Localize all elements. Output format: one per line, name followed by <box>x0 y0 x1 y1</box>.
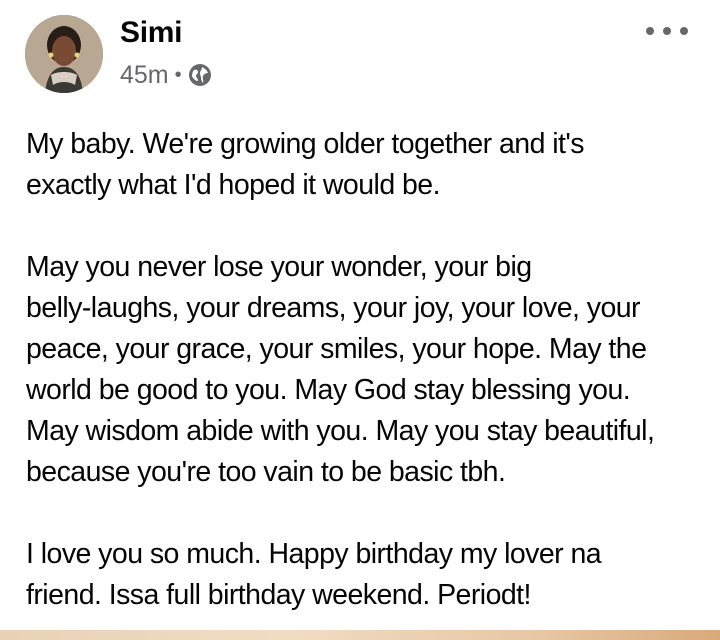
text-line: I love you so much. Happy birthday my lo… <box>26 538 602 570</box>
text-line: peace, your grace, your smiles, your hop… <box>26 333 647 365</box>
more-horizontal-icon <box>646 27 654 35</box>
more-horizontal-icon <box>663 27 671 35</box>
more-options-button[interactable] <box>646 20 688 42</box>
post-paragraph: May you never lose your wonder, your big… <box>26 247 710 493</box>
facebook-post: Simi 45m • My baby. We're growing older … <box>0 0 720 640</box>
author-name[interactable]: Simi <box>120 14 182 52</box>
post-image-preview[interactable] <box>0 630 720 640</box>
globe-icon[interactable] <box>188 63 212 87</box>
text-line: friend. Issa full birthday weekend. Peri… <box>26 579 531 611</box>
text-line: My baby. We're growing older together an… <box>26 128 585 160</box>
text-line: exactly what I'd hoped it would be. <box>26 169 441 201</box>
post-meta: 45m • <box>120 60 212 90</box>
post-paragraph: I love you so much. Happy birthday my lo… <box>26 534 710 616</box>
text-line: May wisdom abide with you. May you stay … <box>26 415 655 447</box>
text-line: belly-laughs, your dreams, your joy, you… <box>26 292 641 324</box>
avatar[interactable] <box>25 15 103 93</box>
post-body: My baby. We're growing older together an… <box>26 124 710 616</box>
text-line: because you're too vain to be basic tbh. <box>26 456 506 488</box>
text-line: world be good to you. May God stay bless… <box>26 374 631 406</box>
post-paragraph: My baby. We're growing older together an… <box>26 124 710 206</box>
text-line: May you never lose your wonder, your big <box>26 251 532 283</box>
post-timestamp[interactable]: 45m <box>120 61 169 90</box>
more-horizontal-icon <box>680 27 688 35</box>
avatar-image <box>25 15 103 93</box>
meta-separator: • <box>174 63 182 86</box>
